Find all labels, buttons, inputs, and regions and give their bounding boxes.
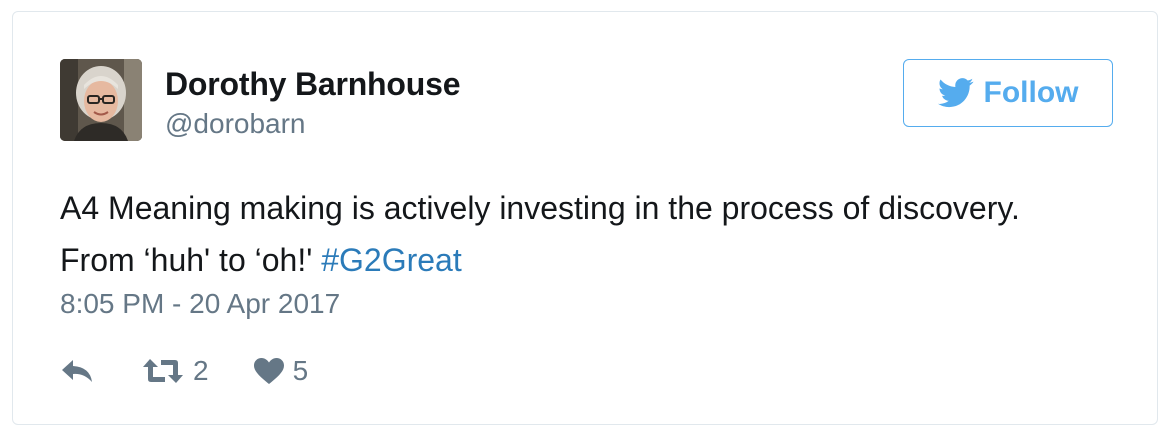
tweet-text: A4 Meaning making is actively investing … xyxy=(60,182,1060,286)
retweet-button[interactable]: 2 xyxy=(141,355,209,387)
twitter-bird-icon xyxy=(937,78,974,108)
reply-button[interactable] xyxy=(60,358,94,384)
like-button[interactable]: 5 xyxy=(253,355,309,387)
retweet-icon xyxy=(141,357,185,385)
author-name[interactable]: Dorothy Barnhouse xyxy=(165,66,460,103)
follow-label: Follow xyxy=(983,76,1079,109)
follow-button[interactable]: Follow xyxy=(903,59,1113,127)
tweet-body: A4 Meaning making is actively investing … xyxy=(60,190,1020,278)
avatar-photo xyxy=(60,59,142,141)
reply-icon xyxy=(60,358,94,384)
hashtag-link[interactable]: #G2Great xyxy=(321,242,462,278)
tweet-card: Dorothy Barnhouse @dorobarn Follow A4 Me… xyxy=(12,11,1158,425)
heart-icon xyxy=(253,357,285,385)
tweet-timestamp[interactable]: 8:05 PM - 20 Apr 2017 xyxy=(60,288,340,320)
avatar[interactable] xyxy=(60,59,142,141)
like-count: 5 xyxy=(292,355,309,386)
retweet-count: 2 xyxy=(193,355,209,386)
author-handle[interactable]: @dorobarn xyxy=(165,108,306,140)
tweet-actions: 2 5 xyxy=(60,352,308,390)
